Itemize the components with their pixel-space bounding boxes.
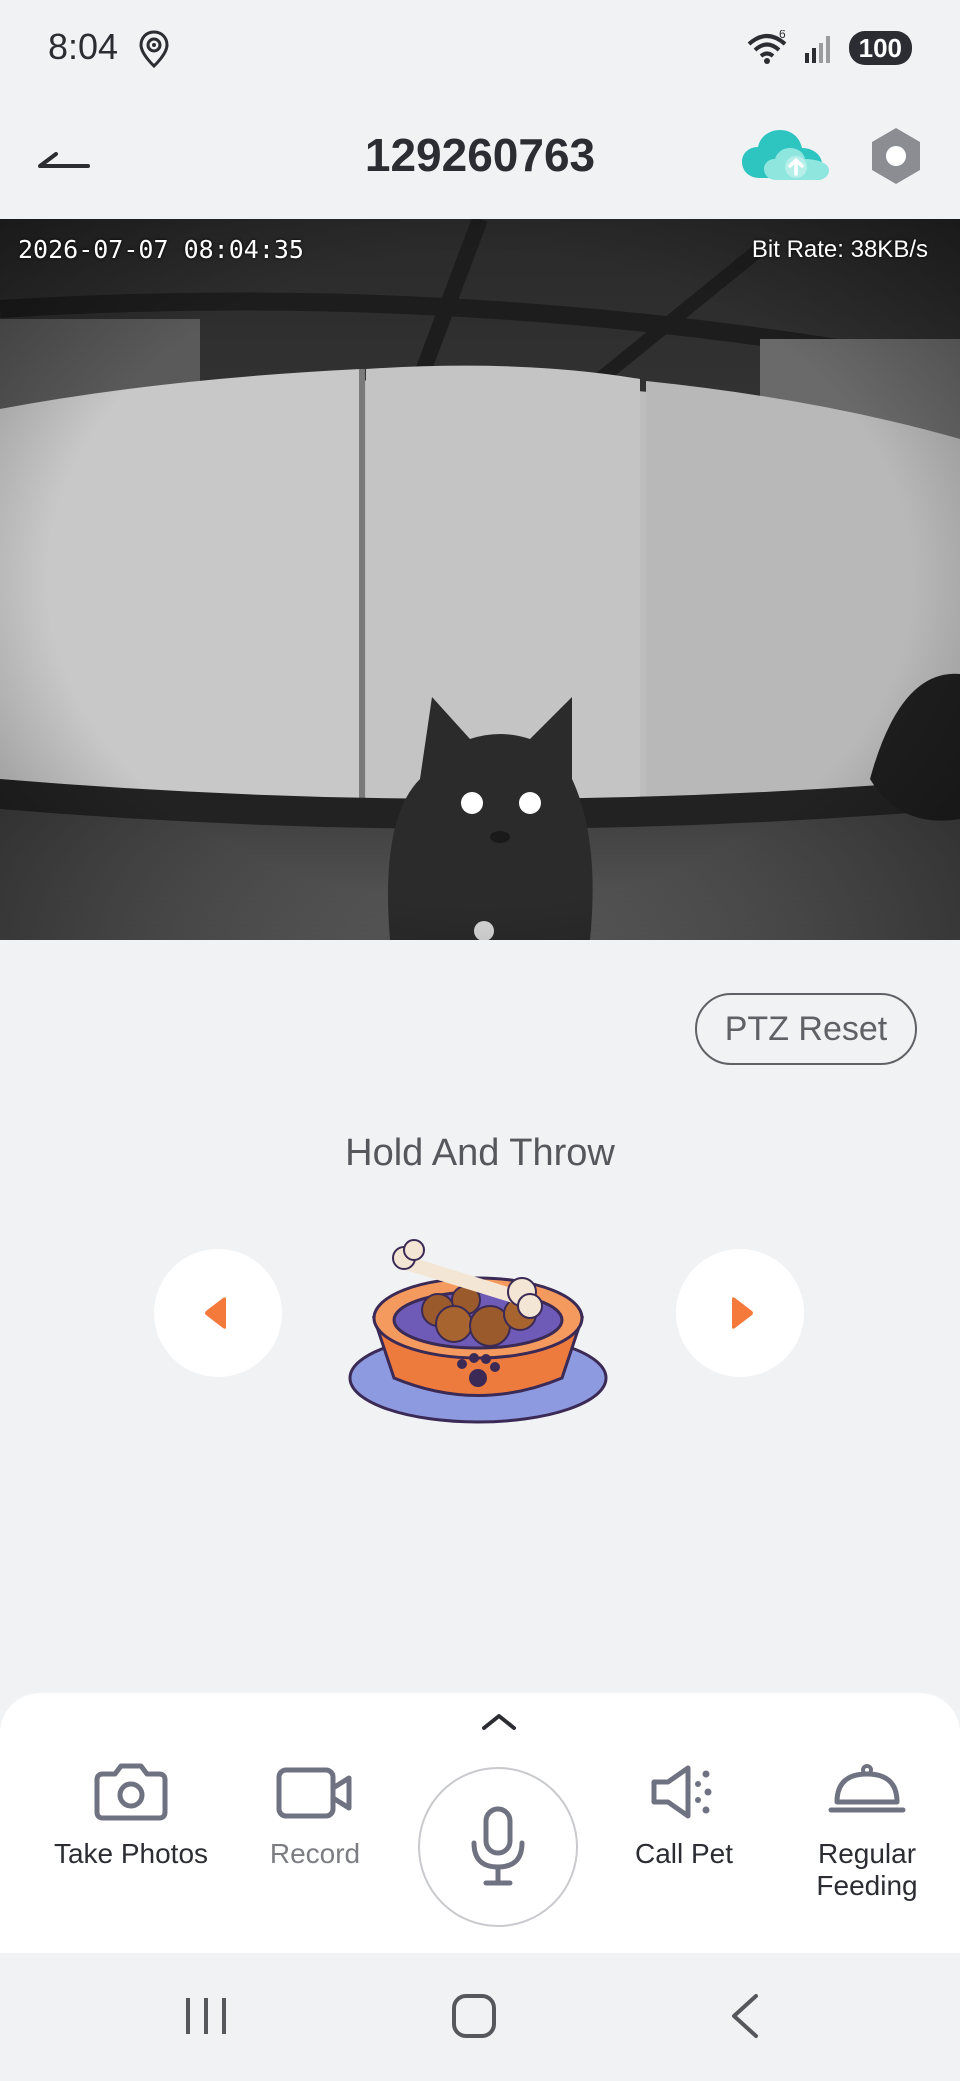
- home-icon: [452, 1994, 496, 2038]
- call-pet-button[interactable]: Call Pet: [599, 1760, 769, 1870]
- system-back-button[interactable]: [720, 1990, 772, 2047]
- video-camera-icon: [276, 1767, 352, 1819]
- throw-treat-button[interactable]: [344, 1228, 612, 1428]
- take-photos-button[interactable]: Take Photos: [46, 1760, 216, 1870]
- battery-indicator: 100: [848, 31, 912, 65]
- svg-text:6: 6: [779, 30, 786, 41]
- ptz-reset-button[interactable]: PTZ Reset: [695, 993, 917, 1065]
- speaker-icon: [651, 1765, 712, 1819]
- chevron-up-icon: [482, 1714, 516, 1730]
- caret-left-icon: [205, 1297, 226, 1329]
- hold-and-throw-label: Hold And Throw: [345, 1132, 615, 1174]
- talk-button[interactable]: [418, 1767, 578, 1927]
- settings-button[interactable]: [864, 124, 928, 188]
- settings-hex-icon: [872, 128, 920, 184]
- cloud-upload-icon: [742, 130, 829, 180]
- recent-apps-button[interactable]: [180, 1990, 232, 2047]
- recent-apps-icon: [186, 1998, 226, 2034]
- take-photos-label: Take Photos: [53, 1838, 209, 1869]
- microphone-icon: [471, 1806, 525, 1886]
- home-button[interactable]: [448, 1990, 500, 2047]
- cell-signal-icon: [804, 36, 830, 63]
- record-label: Record: [269, 1838, 361, 1869]
- live-video-feed[interactable]: 2026-07-07 08:04:35 Bit Rate: 38KB/s: [0, 219, 960, 940]
- food-bowl-icon: [348, 1239, 608, 1424]
- caret-right-icon: [732, 1297, 753, 1329]
- food-cloche-icon: [828, 1764, 906, 1813]
- record-button[interactable]: Record: [230, 1760, 400, 1870]
- regular-feeding-label: Regular Feeding: [816, 1838, 918, 1901]
- status-icons: 6 100: [745, 28, 912, 68]
- regular-feeding-button[interactable]: Regular Feeding: [782, 1760, 952, 1902]
- cloud-storage-button[interactable]: [740, 126, 832, 186]
- rotate-left-button[interactable]: [154, 1249, 282, 1377]
- status-time: 8:04: [48, 26, 119, 67]
- video-timestamp: 2026-07-07 08:04:35: [18, 235, 304, 264]
- rotate-right-button[interactable]: [676, 1249, 804, 1377]
- location-icon: [139, 30, 169, 68]
- wifi-icon: 6: [747, 30, 786, 64]
- back-icon: [732, 1994, 758, 2038]
- camera-icon: [94, 1763, 168, 1821]
- camera-image: [0, 219, 960, 940]
- video-bitrate: Bit Rate: 38KB/s: [751, 236, 928, 263]
- call-pet-label: Call Pet: [634, 1838, 734, 1869]
- expand-toolbar-button[interactable]: [474, 1706, 524, 1734]
